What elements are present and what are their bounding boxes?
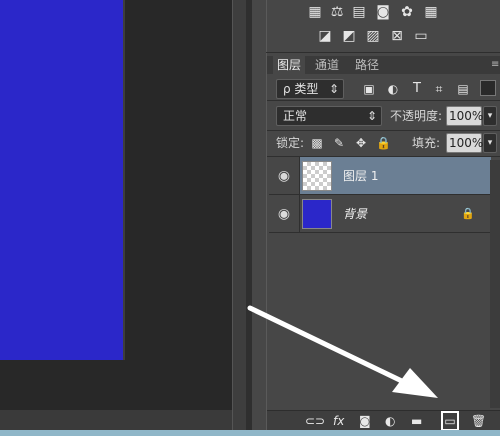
status-strip xyxy=(0,430,500,436)
grid-adjustment-icon[interactable]: ▤ xyxy=(350,4,368,20)
tab-paths[interactable]: 路径 xyxy=(351,56,383,74)
panel-divider[interactable] xyxy=(232,0,246,436)
invert-icon[interactable]: ◪ xyxy=(316,28,334,44)
balance-adjustment-icon[interactable]: ⚖ xyxy=(328,4,346,20)
link-layers-icon[interactable]: ⊂⊃ xyxy=(305,413,325,429)
layer-thumbnail-transparent xyxy=(302,161,332,191)
blend-mode-dropdown[interactable]: 正常 ⇕ xyxy=(276,106,382,126)
opacity-chevron-down-icon[interactable]: ▾ xyxy=(483,106,497,126)
trash-icon[interactable]: 🗑 xyxy=(471,413,486,429)
fx-icon[interactable]: fx xyxy=(333,413,344,429)
tab-layers[interactable]: 图层 xyxy=(273,56,306,74)
selective-color-icon[interactable]: ▭ xyxy=(412,28,430,44)
layer-filter-dropdown[interactable]: ρ 类型 ⇕ xyxy=(276,79,344,99)
channel-mixer-icon[interactable]: ✿ xyxy=(398,4,416,20)
lock-label: 锁定: xyxy=(276,136,305,150)
fill-chevron-down-icon[interactable]: ▾ xyxy=(483,133,497,153)
adjustments-separator xyxy=(266,52,500,53)
opacity-label: 不透明度: xyxy=(390,109,443,123)
visibility-eye-icon[interactable]: ◉ xyxy=(269,195,300,233)
photo-filter-icon[interactable]: ◙ xyxy=(374,4,392,20)
lock-all-icon[interactable]: 🔒 xyxy=(376,136,391,150)
adjustment-filter-icon[interactable]: ◐ xyxy=(386,82,400,96)
layer-row-background[interactable]: ◉ 背景 🔒 xyxy=(269,195,491,233)
visibility-eye-icon[interactable]: ◉ xyxy=(269,157,300,195)
panel-menu-icon[interactable]: ≡ xyxy=(487,56,500,74)
lock-position-icon[interactable]: ✥ xyxy=(354,136,368,150)
layer-thumbnail-blue xyxy=(302,199,332,229)
posterize-icon[interactable]: ◩ xyxy=(340,28,358,44)
adjustment-layer-icon[interactable]: ◐ xyxy=(385,413,395,429)
layer-name[interactable]: 背景 xyxy=(343,195,367,233)
filter-toggle-switch[interactable] xyxy=(480,80,496,96)
threshold-icon[interactable]: ▨ xyxy=(364,28,382,44)
canvas-bottom-strip xyxy=(0,410,232,430)
add-mask-icon[interactable]: ◙ xyxy=(359,413,371,429)
lock-image-pixels-icon[interactable]: ✎ xyxy=(332,136,346,150)
lock-icon: 🔒 xyxy=(461,207,475,220)
filter-kind-label: ρ 类型 xyxy=(283,82,319,96)
levels-adjustment-icon[interactable]: ▦ xyxy=(306,4,324,20)
smart-object-filter-icon[interactable]: ▤ xyxy=(456,82,470,96)
type-filter-icon[interactable]: T xyxy=(410,82,424,96)
separator xyxy=(267,130,500,131)
chevron-updown-icon: ⇕ xyxy=(366,109,377,123)
fill-input[interactable]: 100% xyxy=(446,133,483,153)
layer-name[interactable]: 图层 1 xyxy=(343,157,378,195)
lock-transparent-pixels-icon[interactable]: ▩ xyxy=(310,136,324,150)
layers-scrollbar[interactable] xyxy=(490,160,500,408)
panel-tabs: 图层 通道 路径 ≡ xyxy=(267,56,500,74)
layer-row-layer1[interactable]: ◉ 图层 1 xyxy=(269,157,491,195)
image-filter-icon[interactable]: ▣ xyxy=(362,82,376,96)
gradient-map-icon[interactable]: ⊠ xyxy=(388,28,406,44)
opacity-input[interactable]: 100% xyxy=(446,106,483,126)
folder-icon[interactable]: ▬ xyxy=(411,413,422,429)
chevron-updown-icon: ⇕ xyxy=(328,82,339,96)
tab-channels[interactable]: 通道 xyxy=(311,56,343,74)
layers-bottom-bar: ⊂⊃ fx ◙ ◐ ▬ ▭ 🗑 xyxy=(267,410,500,431)
separator xyxy=(267,100,500,101)
fill-label: 填充: xyxy=(412,136,441,150)
new-layer-icon[interactable]: ▭ xyxy=(441,411,459,431)
blend-mode-value: 正常 xyxy=(283,109,308,123)
shape-filter-icon[interactable]: ⌗ xyxy=(432,82,446,96)
color-lookup-icon[interactable]: ▦ xyxy=(422,4,440,20)
document-canvas-blue-fill[interactable] xyxy=(0,0,125,360)
